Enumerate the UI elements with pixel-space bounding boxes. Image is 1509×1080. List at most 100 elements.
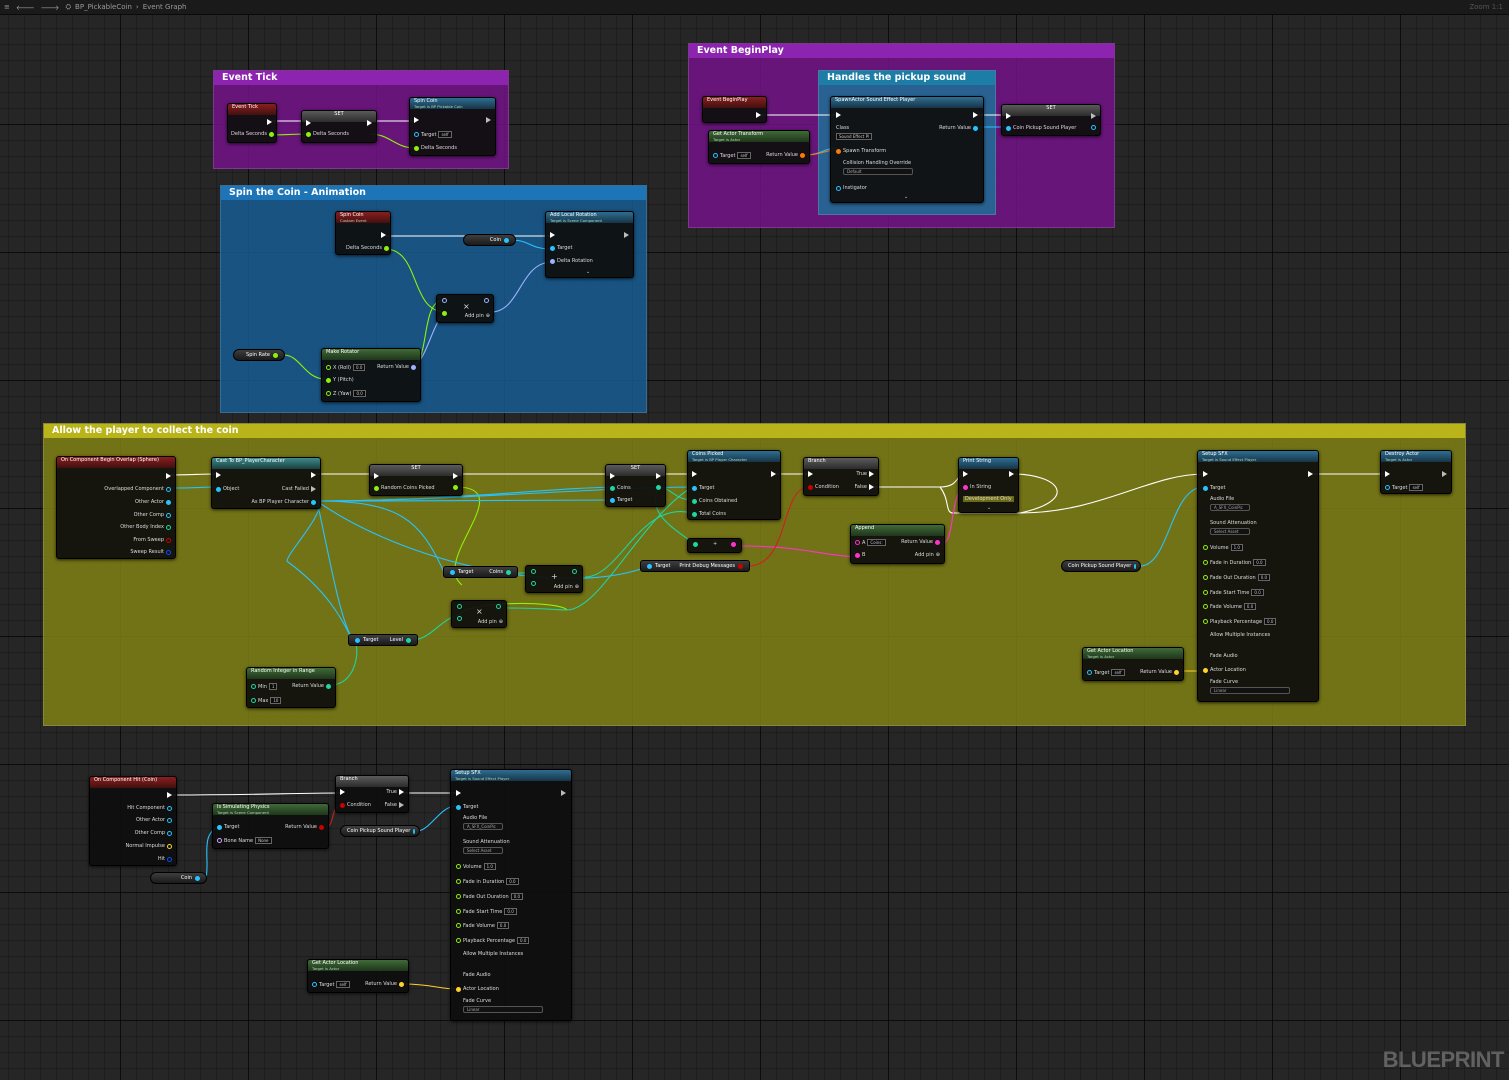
exec-out-pin[interactable]: [561, 790, 566, 796]
exec-in-pin[interactable]: [963, 471, 968, 477]
int-a-pin[interactable]: [457, 604, 462, 609]
add-pin-button[interactable]: Add pin ⊕: [465, 313, 490, 319]
node-component-hit[interactable]: On Component Hit (Coin) Hit Component Ot…: [89, 776, 177, 866]
menu-icon[interactable]: ≡: [4, 3, 10, 11]
collision-override-pin[interactable]: Collision Handling Override Default: [843, 160, 913, 175]
target-pin[interactable]: Target: [217, 824, 239, 830]
coins-obtained-pin[interactable]: Coins Obtained: [692, 498, 737, 504]
exec-in-pin[interactable]: [456, 790, 461, 796]
actor-location-pin[interactable]: Actor Location: [1203, 667, 1246, 673]
total-coins-pin[interactable]: Total Coins: [692, 511, 726, 517]
node-event-beginplay[interactable]: Event BeginPlay: [702, 96, 767, 123]
min-pin[interactable]: Min 1: [251, 683, 278, 690]
node-get-actor-location-2[interactable]: Get Actor Location Target is Actor Target…: [307, 959, 409, 993]
node-setup-sfx[interactable]: Setup SFX Target is Sound Effect Player T…: [1197, 450, 1319, 702]
volume-pin[interactable]: Volume 1.0: [1203, 544, 1243, 551]
add-pin-button[interactable]: Add pin ⊕: [478, 619, 503, 625]
exec-out-pin[interactable]: [267, 119, 272, 125]
return-value-pin[interactable]: Return Value: [285, 824, 324, 830]
target-pin[interactable]: Target self: [1385, 484, 1423, 491]
exec-out-pin[interactable]: [973, 112, 978, 118]
fade-volume-pin[interactable]: Fade Volume 0.0: [456, 922, 510, 929]
node-random-int[interactable]: Random Integer in Range Min 1 Return Valu…: [246, 667, 336, 708]
exec-out-pin[interactable]: [1442, 471, 1447, 477]
int-in-pin[interactable]: [693, 542, 698, 547]
back-arrow-icon[interactable]: 🡐: [16, 3, 35, 12]
exec-out-pin[interactable]: [311, 472, 316, 478]
delta-seconds-pin[interactable]: Delta Seconds: [231, 131, 274, 137]
condition-pin[interactable]: Condition: [340, 802, 371, 808]
coins-pin[interactable]: Coins: [610, 485, 631, 491]
pitch-pin[interactable]: Y (Pitch): [326, 377, 354, 383]
normal-impulse-pin[interactable]: Normal Impulse: [126, 843, 172, 849]
target-pin[interactable]: Target: [610, 497, 632, 503]
random-coins-pin[interactable]: Random Coins Picked: [374, 485, 435, 491]
node-spin-coin-event[interactable]: Spin Coin Custom Event Delta Seconds: [335, 211, 391, 255]
exec-in-pin[interactable]: [306, 120, 311, 126]
node-print-string[interactable]: Print String In String Development Only …: [958, 457, 1019, 513]
other-body-index-pin[interactable]: Other Body Index: [120, 524, 171, 530]
return-value-pin[interactable]: Return Value: [939, 125, 978, 131]
exec-out-pin[interactable]: [1308, 471, 1313, 477]
delta-rotation-pin[interactable]: Delta Rotation: [550, 258, 593, 264]
exec-out-pin[interactable]: [167, 792, 172, 798]
a-pin[interactable]: A Coins:: [855, 539, 886, 546]
delta-seconds-pin[interactable]: Delta Seconds: [414, 145, 457, 151]
spawn-transform-pin[interactable]: Spawn Transform: [836, 148, 886, 154]
exec-in-pin[interactable]: [692, 471, 697, 477]
int-out-pin[interactable]: [572, 569, 577, 574]
node-branch[interactable]: Branch True Condition False: [803, 457, 879, 496]
other-actor-pin[interactable]: Other Actor: [136, 817, 172, 823]
exec-out-pin[interactable]: [367, 120, 372, 126]
target-pin[interactable]: Target self: [312, 981, 350, 988]
node-set-coins[interactable]: SET Coins Target: [605, 464, 666, 507]
coin-pickup-sound-player-variable[interactable]: Coin Pickup Sound Player: [1061, 560, 1141, 572]
fade-audio-pin[interactable]: Fade Audio: [463, 972, 491, 978]
return-value-pin[interactable]: Return Value: [365, 981, 404, 987]
coin-variable-2[interactable]: Coin: [150, 872, 207, 884]
add-pin-button[interactable]: Add pin ⊕: [915, 552, 940, 558]
fade-in-pin[interactable]: Fade in Duration 0.0: [456, 878, 519, 885]
object-pin[interactable]: Object: [216, 486, 239, 492]
exec-in-pin[interactable]: [836, 112, 841, 118]
class-pin[interactable]: Class Sound Effect Pl: [836, 125, 873, 140]
fade-curve-pin[interactable]: Fade Curve Linear: [463, 998, 543, 1013]
volume-pin[interactable]: Volume 1.0: [456, 863, 496, 870]
forward-arrow-icon[interactable]: 🡒: [41, 3, 60, 12]
int-a-pin[interactable]: [531, 569, 536, 574]
cast-failed-pin[interactable]: Cast Failed: [282, 486, 316, 492]
target-pin[interactable]: Target: [692, 485, 714, 491]
true-pin[interactable]: True: [386, 789, 404, 795]
sound-player-pin[interactable]: Coin Pickup Sound Player: [1006, 125, 1076, 131]
fade-curve-pin[interactable]: Fade Curve Linear: [1210, 679, 1290, 694]
node-destroy-actor[interactable]: Destroy Actor Target is Actor Target self: [1380, 450, 1452, 494]
exec-out-pin[interactable]: [166, 473, 171, 479]
exec-out-pin[interactable]: [453, 473, 458, 479]
condition-pin[interactable]: Condition: [808, 484, 839, 490]
float-in-pin[interactable]: [442, 311, 447, 316]
coin-variable[interactable]: Coin: [463, 234, 516, 246]
string-out-pin[interactable]: [731, 542, 736, 547]
false-pin[interactable]: False: [384, 802, 404, 808]
return-value-pin[interactable]: Return Value: [901, 539, 940, 545]
sweep-result-pin[interactable]: Sweep Result: [130, 549, 171, 555]
node-set-random-coins[interactable]: SET Random Coins Picked: [369, 464, 463, 496]
other-comp-pin[interactable]: Other Comp: [134, 512, 171, 518]
true-pin[interactable]: True: [856, 471, 874, 477]
playback-pin[interactable]: Playback Percentage 0.0: [456, 937, 530, 944]
exec-out-pin[interactable]: [381, 232, 386, 238]
rotator-out-pin[interactable]: [484, 298, 489, 303]
coins-out-pin[interactable]: [656, 485, 661, 490]
exec-in-pin[interactable]: [1006, 113, 1011, 119]
exec-in-pin[interactable]: [216, 472, 221, 478]
exec-out-pin[interactable]: [1009, 471, 1014, 477]
exec-in-pin[interactable]: [808, 471, 813, 477]
exec-in-pin[interactable]: [1203, 471, 1208, 477]
int-b-pin[interactable]: [531, 581, 536, 586]
sound-player-out-pin[interactable]: [1091, 125, 1096, 130]
fade-start-pin[interactable]: Fade Start Time 0.0: [456, 908, 517, 915]
target-coins-getter[interactable]: Target Coins: [443, 566, 518, 578]
exec-in-pin[interactable]: [610, 473, 615, 479]
chevron-down-icon[interactable]: ⌄: [904, 194, 908, 200]
allow-multiple-pin[interactable]: Allow Multiple Instances: [1210, 632, 1270, 638]
